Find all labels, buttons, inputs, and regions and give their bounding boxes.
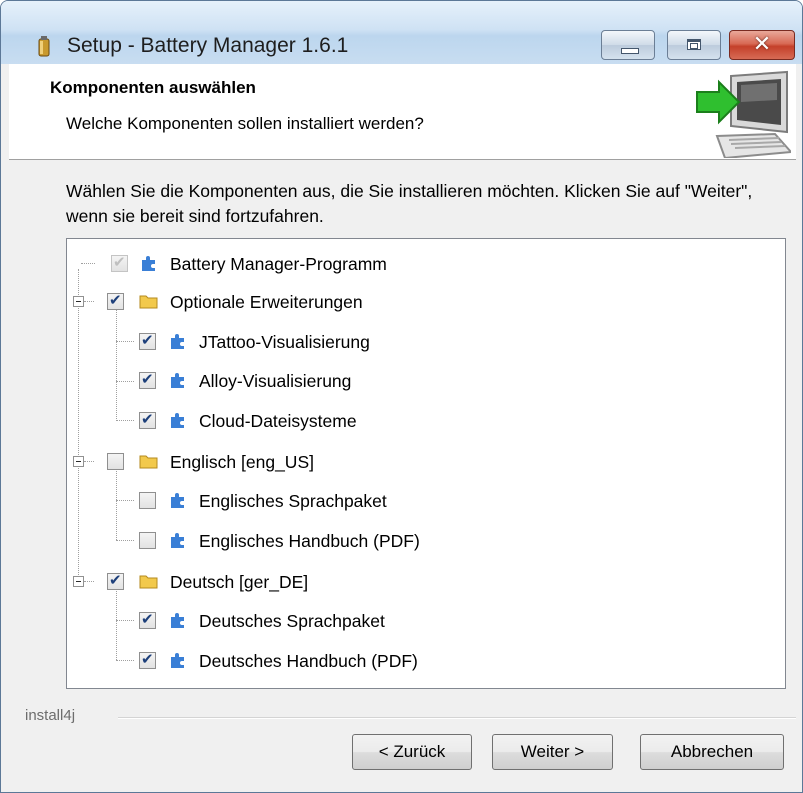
checkbox-alloy-visualisierung[interactable] (139, 370, 156, 389)
tree-connector (84, 461, 94, 462)
tree-item-label[interactable]: Englisches Handbuch (PDF) (199, 531, 420, 552)
puzzle-icon (171, 533, 184, 548)
tree-item-label[interactable]: JTattoo-Visualisierung (199, 332, 370, 353)
collapse-toggle-englisch[interactable] (73, 456, 84, 467)
checkbox-deutsch[interactable] (107, 571, 124, 590)
tree-connector (84, 301, 94, 302)
title-bar[interactable]: Setup - Battery Manager 1.6.1 ✕ (1, 1, 802, 64)
puzzle-icon (171, 334, 184, 349)
tree-item-label[interactable]: Englisch [eng_US] (170, 452, 314, 473)
tree-connector (116, 540, 134, 541)
page-subtitle: Welche Komponenten sollen installiert we… (66, 114, 424, 133)
checkbox-battery-manager-programm (111, 253, 128, 272)
puzzle-icon (171, 413, 184, 428)
installer-brand: install4j (25, 707, 76, 724)
tree-item-label[interactable]: Englisches Sprachpaket (199, 491, 387, 512)
checkbox-deutsches-sprachpaket[interactable] (139, 610, 156, 629)
maximize-icon (687, 39, 701, 50)
tree-item-label[interactable]: Alloy-Visualisierung (199, 371, 351, 392)
collapse-toggle-deutsch[interactable] (73, 576, 84, 587)
close-icon: ✕ (752, 32, 772, 57)
puzzle-icon (142, 256, 155, 271)
tree-connector (78, 269, 79, 581)
tree-item-label[interactable]: Optionale Erweiterungen (170, 292, 363, 313)
setup-window: Setup - Battery Manager 1.6.1 ✕ Komponen… (0, 0, 803, 793)
page-title: Komponenten auswählen (50, 78, 256, 97)
window-title: Setup - Battery Manager 1.6.1 (67, 34, 349, 57)
checkbox-englisch[interactable] (107, 453, 124, 470)
checkbox-englisches-sprachpaket[interactable] (139, 492, 156, 509)
next-button[interactable]: Weiter > (492, 734, 613, 770)
minimize-button[interactable] (601, 30, 655, 60)
folder-icon (139, 455, 158, 469)
tree-item-label[interactable]: Deutsches Handbuch (PDF) (199, 651, 418, 672)
checkbox-deutsches-handbuch[interactable] (139, 650, 156, 669)
tree-item-label[interactable]: Cloud-Dateisysteme (199, 411, 357, 432)
header-panel: Komponenten auswählen Welche Komponenten… (9, 64, 796, 160)
tree-item-label: Battery Manager-Programm (170, 254, 387, 274)
component-tree[interactable]: Battery Manager-Programm Optionale Erwei… (66, 238, 786, 689)
tree-connector (116, 308, 117, 419)
tree-connector (116, 588, 117, 660)
tree-item-label[interactable]: Deutsches Sprachpaket (199, 611, 385, 632)
puzzle-icon (171, 373, 184, 388)
cancel-button[interactable]: Abbrechen (640, 734, 784, 770)
checkbox-jtattoo-visualisierung[interactable] (139, 331, 156, 350)
puzzle-icon (171, 613, 184, 628)
minimize-icon (621, 48, 639, 54)
tree-connector (116, 500, 134, 501)
tree-connector (116, 620, 134, 621)
tree-item-label[interactable]: Deutsch [ger_DE] (170, 572, 308, 593)
battery-app-icon (38, 36, 50, 57)
tree-connector (116, 420, 134, 421)
tree-connector (116, 468, 117, 540)
tree-connector (116, 660, 134, 661)
close-button[interactable]: ✕ (729, 30, 795, 60)
tree-connector (84, 581, 94, 582)
tree-connector (116, 381, 134, 382)
puzzle-icon (171, 493, 184, 508)
tree-connector (81, 263, 95, 264)
instruction-text: Wählen Sie die Komponenten aus, die Sie … (66, 181, 753, 226)
checkbox-optionale-erweiterungen[interactable] (107, 291, 124, 310)
checkbox-englisches-handbuch[interactable] (139, 532, 156, 549)
folder-icon (139, 575, 158, 589)
folder-icon (139, 295, 158, 309)
maximize-button[interactable] (667, 30, 721, 60)
puzzle-icon (171, 653, 184, 668)
collapse-toggle-optionale-erweiterungen[interactable] (73, 296, 84, 307)
computer-install-arrow-icon (696, 70, 791, 158)
footer-separator (118, 717, 796, 719)
checkbox-cloud-dateisysteme[interactable] (139, 410, 156, 429)
tree-connector (116, 341, 134, 342)
back-button[interactable]: < Zurück (352, 734, 472, 770)
